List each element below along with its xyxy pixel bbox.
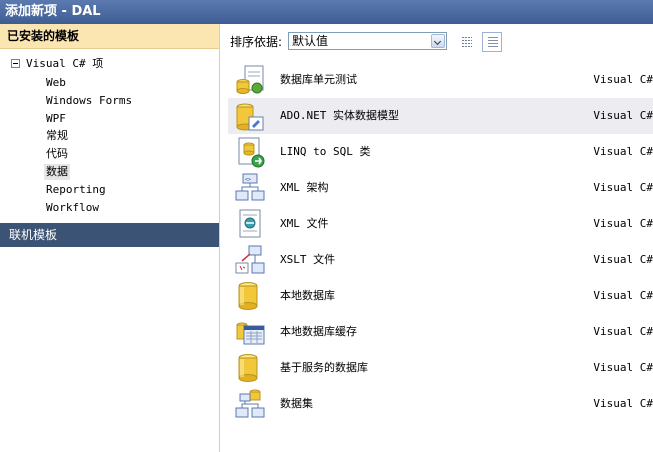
tree-root-label: Visual C# 项 — [26, 57, 104, 70]
template-item[interactable]: 数据库单元测试 Visual C# — [228, 62, 653, 98]
template-item[interactable]: 数据集 Visual C# — [228, 386, 653, 422]
details-view-button[interactable] — [482, 32, 502, 52]
template-name: 基于服务的数据库 — [280, 361, 368, 374]
xml-schema-icon: <> — [235, 173, 265, 201]
linq-to-sql-icon — [238, 137, 265, 168]
list-view-icon — [462, 37, 472, 48]
tree-item-workflow[interactable]: Workflow — [46, 200, 99, 216]
sort-label: 排序依据: — [230, 35, 283, 49]
window-title: 添加新项 - DAL — [0, 0, 653, 24]
local-database-cache-icon — [236, 322, 265, 345]
sort-dropdown[interactable]: 默认值 — [288, 32, 447, 50]
template-type: Visual C# — [593, 73, 653, 86]
local-database-icon — [238, 282, 258, 310]
template-type: Visual C# — [593, 397, 653, 410]
template-name: ADO.NET 实体数据模型 — [280, 109, 399, 122]
xslt-file-icon — [235, 245, 265, 274]
template-item[interactable]: <> XML 架构 Visual C# — [228, 170, 653, 206]
template-name: XML 架构 — [280, 181, 329, 194]
installed-templates-header[interactable]: 已安装的模板 — [0, 24, 219, 49]
collapse-icon[interactable] — [11, 58, 20, 68]
template-type: Visual C# — [593, 289, 653, 302]
template-name: 数据库单元测试 — [280, 73, 357, 86]
template-list-panel: 排序依据: 默认值 数据库单元测试 Visual C# ADO.NET 实体数据… — [220, 24, 653, 452]
template-type: Visual C# — [593, 217, 653, 230]
tree-item-wpf[interactable]: WPF — [46, 111, 66, 127]
template-item[interactable]: 本地数据库 Visual C# — [228, 278, 653, 314]
template-name: XML 文件 — [280, 217, 329, 230]
template-item[interactable]: XML 文件 Visual C# — [228, 206, 653, 242]
template-type: Visual C# — [593, 109, 653, 122]
template-name: 本地数据库 — [280, 289, 335, 302]
tree-item-general[interactable]: 常规 — [46, 128, 68, 144]
tree-item-reporting[interactable]: Reporting — [46, 182, 106, 198]
tree-item-web[interactable]: Web — [46, 75, 66, 91]
template-tree: Visual C# 项 Web Windows Forms WPF 常规 代码 … — [0, 49, 219, 223]
template-type: Visual C# — [593, 325, 653, 338]
template-category-panel: 已安装的模板 Visual C# 项 Web Windows Forms WPF… — [0, 24, 220, 452]
toolbar: 排序依据: 默认值 — [220, 24, 653, 59]
template-type: Visual C# — [593, 361, 653, 374]
template-list: 数据库单元测试 Visual C# ADO.NET 实体数据模型 Visual … — [228, 62, 653, 422]
template-type: Visual C# — [593, 181, 653, 194]
template-item-selected[interactable]: ADO.NET 实体数据模型 Visual C# — [228, 98, 653, 134]
details-view-icon — [488, 37, 498, 48]
tree-item-data[interactable]: 数据 — [44, 164, 70, 180]
template-name: XSLT 文件 — [280, 253, 336, 266]
sort-value: 默认值 — [292, 34, 329, 48]
template-name: 本地数据库缓存 — [280, 325, 357, 338]
template-type: Visual C# — [593, 253, 653, 266]
template-item[interactable]: XSLT 文件 Visual C# — [228, 242, 653, 278]
template-item[interactable]: 基于服务的数据库 Visual C# — [228, 350, 653, 386]
database-unit-test-icon — [236, 65, 264, 94]
chevron-down-icon[interactable] — [431, 34, 445, 48]
template-type: Visual C# — [593, 145, 653, 158]
tree-root-visual-csharp[interactable]: Visual C# 项 — [11, 57, 103, 71]
service-database-icon — [238, 354, 258, 382]
template-item[interactable]: LINQ to SQL 类 Visual C# — [228, 134, 653, 170]
list-view-button[interactable] — [456, 32, 476, 52]
template-name: 数据集 — [280, 397, 313, 410]
tree-item-code[interactable]: 代码 — [46, 146, 68, 162]
dataset-icon — [235, 389, 265, 418]
tree-item-windows-forms[interactable]: Windows Forms — [46, 93, 132, 109]
template-item[interactable]: 本地数据库缓存 Visual C# — [228, 314, 653, 350]
svg-text:<>: <> — [245, 177, 251, 183]
online-templates-header[interactable]: 联机模板 — [0, 223, 219, 247]
entity-data-model-icon — [236, 103, 264, 131]
xml-file-icon — [239, 209, 261, 238]
template-name: LINQ to SQL 类 — [280, 145, 371, 158]
